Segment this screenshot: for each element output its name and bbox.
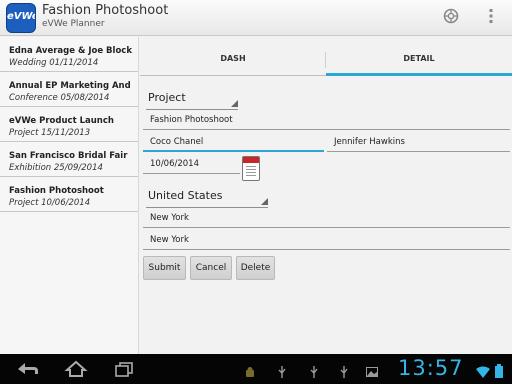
list-item[interactable]: San Francisco Bridal Fair Exhibition 25/… — [0, 142, 138, 177]
usb-icon — [338, 363, 350, 378]
home-icon[interactable] — [62, 358, 90, 380]
cancel-button[interactable]: Cancel — [190, 256, 232, 280]
app-logo: eVWe — [6, 3, 36, 33]
dropdown-caret-icon — [261, 198, 268, 205]
list-item-title: eVWe Product Launch — [9, 116, 114, 126]
wifi-icon — [476, 363, 490, 378]
system-nav-bar: 13:57 — [0, 354, 512, 384]
calendar-grid — [246, 166, 256, 177]
android-debug-icon — [244, 363, 256, 377]
list-item-subtitle: Wedding 01/11/2014 — [9, 58, 99, 68]
tab-dash[interactable]: DASH — [140, 44, 326, 76]
app-logo-text: eVWe — [7, 11, 36, 22]
person2-field[interactable]: Jennifer Hawkins — [327, 134, 510, 152]
battery-icon — [494, 363, 504, 378]
app-subtitle: eVWe Planner — [42, 19, 105, 29]
date-field[interactable]: 10/06/2014 — [143, 156, 240, 174]
tab-bar: DASH DETAIL — [140, 44, 512, 76]
action-bar: eVWe Fashion Photoshoot eVWe Planner — [0, 0, 512, 36]
image-icon — [366, 363, 378, 377]
event-name-field[interactable]: Fashion Photoshoot — [143, 112, 510, 130]
calendar-header — [243, 157, 259, 163]
list-item[interactable]: Annual EP Marketing And Conference 05/08… — [0, 72, 138, 107]
dropdown-caret-icon — [231, 100, 238, 107]
list-item-title: Annual EP Marketing And — [9, 81, 131, 91]
recent-apps-icon[interactable] — [110, 358, 138, 380]
event-type-select[interactable]: Project — [146, 88, 238, 110]
list-item-title: Edna Average & Joe Block — [9, 46, 132, 56]
tab-detail[interactable]: DETAIL — [326, 44, 512, 76]
list-item-title: San Francisco Bridal Fair — [9, 151, 128, 161]
back-icon[interactable] — [14, 358, 42, 380]
help-icon[interactable] — [440, 7, 462, 29]
event-type-value: Project — [148, 91, 186, 104]
clock: 13:57 — [398, 356, 464, 380]
usb-icon — [308, 363, 320, 378]
list-item-subtitle: Exhibition 25/09/2014 — [9, 163, 103, 173]
app-title: Fashion Photoshoot — [42, 3, 169, 18]
submit-button[interactable]: Submit — [143, 256, 186, 280]
country-value: United States — [148, 189, 223, 202]
event-list: Edna Average & Joe Block Wedding 01/11/2… — [0, 37, 139, 354]
city-field[interactable]: New York — [143, 232, 510, 250]
list-item[interactable]: eVWe Product Launch Project 15/11/2013 — [0, 107, 138, 142]
usb-icon — [276, 363, 288, 378]
delete-button[interactable]: Delete — [236, 256, 275, 280]
state-field[interactable]: New York — [143, 210, 510, 228]
list-item-title: Fashion Photoshoot — [9, 186, 104, 196]
list-item-subtitle: Project 10/06/2014 — [9, 198, 91, 208]
overflow-menu-icon[interactable] — [480, 7, 502, 29]
list-item[interactable]: Fashion Photoshoot Project 10/06/2014 — [0, 177, 138, 212]
country-select[interactable]: United States — [146, 186, 268, 208]
list-item-subtitle: Project 15/11/2013 — [9, 128, 91, 138]
calendar-icon[interactable] — [242, 156, 260, 181]
person1-field[interactable]: Coco Chanel — [143, 134, 324, 152]
list-item-subtitle: Conference 05/08/2014 — [9, 93, 110, 103]
list-item[interactable]: Edna Average & Joe Block Wedding 01/11/2… — [0, 37, 138, 72]
